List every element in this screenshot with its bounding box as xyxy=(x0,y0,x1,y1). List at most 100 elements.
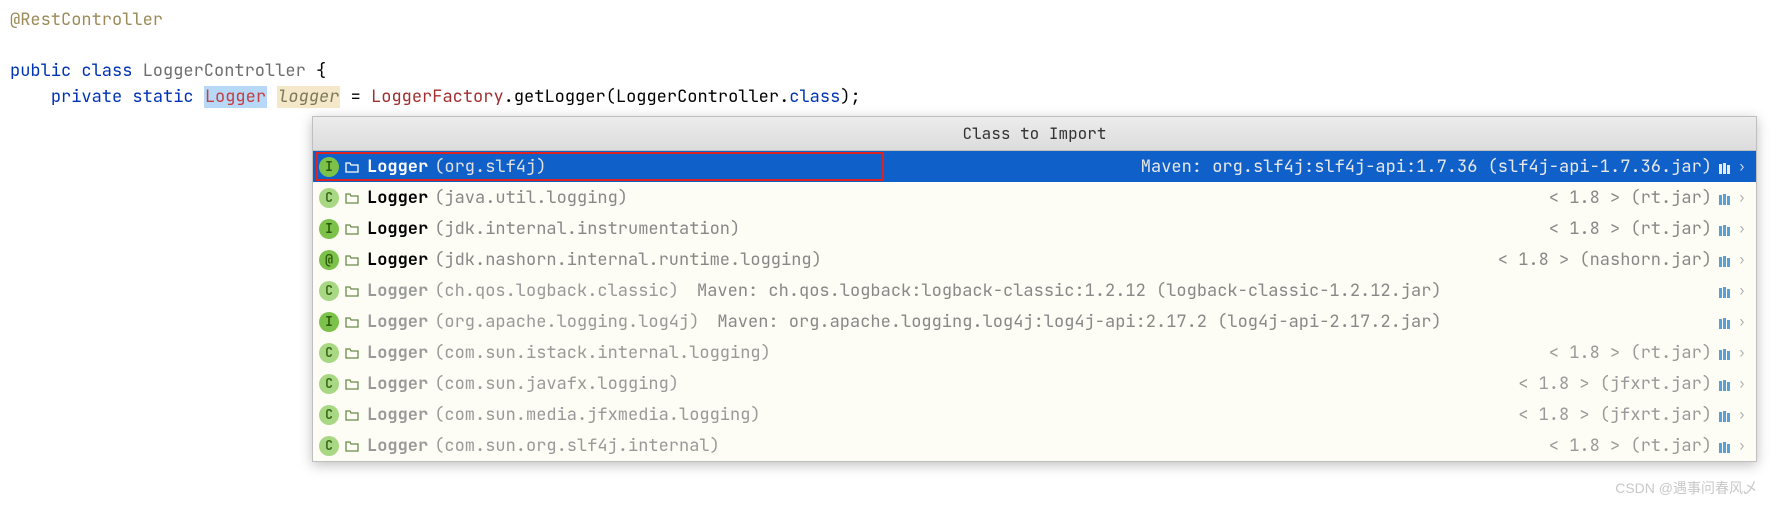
import-option[interactable]: I Logger (jdk.internal.instrumentation) < 1… xyxy=(313,213,1756,244)
package-icon xyxy=(345,223,359,235)
package-icon xyxy=(345,378,359,390)
package-icon xyxy=(345,285,359,297)
chevron-right-icon: › xyxy=(1738,375,1748,392)
class-icon: C xyxy=(319,374,339,394)
import-class-name: Logger xyxy=(367,404,428,426)
library-icon xyxy=(1718,408,1732,422)
import-source-inline: Maven: org.apache.logging.log4j:log4j-ap… xyxy=(717,311,1441,333)
dot: . xyxy=(504,86,514,108)
library-icon xyxy=(1718,222,1732,236)
import-option[interactable]: C Logger (java.util.logging) < 1.8 > (rt.ja… xyxy=(313,182,1756,213)
import-source: < 1.8 > (rt.jar) xyxy=(1549,218,1712,240)
import-right-group: < 1.8 > (jfxrt.jar) › xyxy=(1518,373,1748,395)
brace-open: { xyxy=(316,60,326,82)
import-class-name: Logger xyxy=(367,373,428,395)
code-editor[interactable]: @RestController public class LoggerContr… xyxy=(0,0,1777,118)
field-name: logger xyxy=(277,86,340,108)
import-class-name: Logger xyxy=(367,249,428,271)
package-icon xyxy=(345,347,359,359)
kw-class-ref: class xyxy=(789,86,840,108)
import-right-group: › xyxy=(1718,313,1748,330)
import-package: (ch.qos.logback.classic) xyxy=(434,280,679,302)
library-icon xyxy=(1718,315,1732,329)
import-source: < 1.8 > (jfxrt.jar) xyxy=(1518,404,1712,426)
import-right-group: › xyxy=(1718,282,1748,299)
import-option[interactable]: @ Logger (jdk.nashorn.internal.runtime.log… xyxy=(313,244,1756,275)
chevron-right-icon: › xyxy=(1738,251,1748,268)
import-package: (org.slf4j) xyxy=(434,156,546,178)
chevron-right-icon: › xyxy=(1738,220,1748,237)
import-package: (jdk.nashorn.internal.runtime.logging) xyxy=(434,249,822,271)
class-icon: C xyxy=(319,343,339,363)
kw-class: class xyxy=(81,60,132,82)
package-icon xyxy=(345,161,359,173)
interface-icon: I xyxy=(319,312,339,332)
import-source: < 1.8 > (rt.jar) xyxy=(1549,187,1712,209)
import-package: (com.sun.javafx.logging) xyxy=(434,373,679,395)
chevron-right-icon: › xyxy=(1738,344,1748,361)
class-declared: LoggerController xyxy=(143,60,306,82)
import-option[interactable]: I Logger (org.apache.logging.log4j) Maven: … xyxy=(313,306,1756,337)
import-right-group: < 1.8 > (jfxrt.jar) › xyxy=(1518,404,1748,426)
import-option[interactable]: C Logger (com.sun.media.jfxmedia.logging) <… xyxy=(313,399,1756,430)
chevron-right-icon: › xyxy=(1738,437,1748,454)
interface-icon: I xyxy=(319,157,339,177)
class-icon: C xyxy=(319,188,339,208)
import-right-group: < 1.8 > (rt.jar) › xyxy=(1549,218,1748,240)
chevron-right-icon: › xyxy=(1738,282,1748,299)
factory-class: LoggerFactory xyxy=(371,86,504,108)
import-right-group: < 1.8 > (rt.jar) › xyxy=(1549,342,1748,364)
package-icon xyxy=(345,254,359,266)
import-option[interactable]: CLogger(ch.qos.logback.classic)Maven: ch… xyxy=(313,275,1756,306)
kw-public: public xyxy=(10,60,71,82)
import-right-group: Maven: org.slf4j:slf4j-api:1.7.36 (slf4j… xyxy=(1141,156,1748,178)
equals: = xyxy=(340,86,371,108)
import-source: < 1.8 > (rt.jar) xyxy=(1549,342,1712,364)
library-icon xyxy=(1718,377,1732,391)
kw-static: static xyxy=(132,86,193,108)
import-option[interactable]: C Logger (com.sun.org.slf4j.internal) < 1.8… xyxy=(313,430,1756,461)
class-icon: C xyxy=(319,436,339,456)
package-icon xyxy=(345,440,359,452)
import-package: (com.sun.istack.internal.logging) xyxy=(434,342,771,364)
import-class-name: Logger xyxy=(367,218,428,240)
unresolved-type[interactable]: Logger xyxy=(204,86,267,108)
import-source: < 1.8 > (nashorn.jar) xyxy=(1498,249,1712,271)
import-option[interactable]: C Logger (com.sun.istack.internal.logging)… xyxy=(313,337,1756,368)
annotation-icon: @ xyxy=(319,250,339,270)
import-class-name: Logger xyxy=(367,311,428,333)
import-package: (java.util.logging) xyxy=(434,187,628,209)
library-icon xyxy=(1718,439,1732,453)
chevron-right-icon: › xyxy=(1738,406,1748,423)
chevron-right-icon: › xyxy=(1738,313,1748,330)
import-package: (com.sun.org.slf4j.internal) xyxy=(434,435,720,457)
import-option[interactable]: C Logger (com.sun.javafx.logging) < 1.8 > (… xyxy=(313,368,1756,399)
import-source: < 1.8 > (jfxrt.jar) xyxy=(1518,373,1712,395)
import-right-group: < 1.8 > (rt.jar) › xyxy=(1549,435,1748,457)
library-icon xyxy=(1718,346,1732,360)
import-class-name: Logger xyxy=(367,342,428,364)
import-class-name: Logger xyxy=(367,435,428,457)
library-icon xyxy=(1718,191,1732,205)
import-package: (com.sun.media.jfxmedia.logging) xyxy=(434,404,760,426)
library-icon xyxy=(1718,160,1732,174)
dot: . xyxy=(779,86,789,108)
package-icon xyxy=(345,192,359,204)
interface-icon: I xyxy=(319,219,339,239)
package-icon xyxy=(345,316,359,328)
paren-close: ); xyxy=(840,86,860,108)
import-package: (org.apache.logging.log4j) xyxy=(434,311,699,333)
import-option[interactable]: ILogger(org.slf4j)Maven: org.slf4j:slf4j… xyxy=(313,151,1756,182)
arg-class: LoggerController xyxy=(616,86,779,108)
popup-list: I Logger (org.slf4j) Maven: org.slf4j:slf4j… xyxy=(313,151,1756,461)
import-class-name: Logger xyxy=(367,187,428,209)
import-source: Maven: org.slf4j:slf4j-api:1.7.36 (slf4j… xyxy=(1141,156,1712,178)
paren-open: ( xyxy=(606,86,616,108)
library-icon xyxy=(1718,253,1732,267)
import-right-group: < 1.8 > (nashorn.jar) › xyxy=(1498,249,1748,271)
class-icon: C xyxy=(319,405,339,425)
popup-title: Class to Import xyxy=(313,117,1756,151)
import-source: < 1.8 > (rt.jar) xyxy=(1549,435,1712,457)
class-icon: C xyxy=(319,281,339,301)
import-package: (jdk.internal.instrumentation) xyxy=(434,218,740,240)
